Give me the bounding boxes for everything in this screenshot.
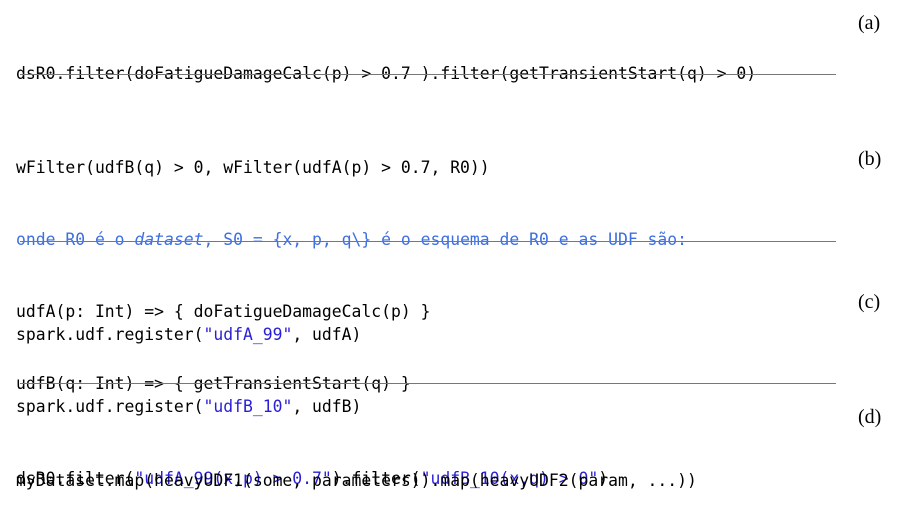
comment-emphasis: dataset [134, 230, 204, 249]
code-line: myDataset.map(heavyUDF1(some, parameters… [16, 471, 697, 490]
block-label-b: (b) [858, 148, 882, 170]
comment-text: onde R0 é o [16, 230, 135, 249]
code-line: wFilter(udfB(q) > 0, wFilter(udfA(p) > 0… [16, 158, 490, 177]
divider [20, 74, 836, 75]
code-text: spark.udf.register( [16, 397, 204, 416]
string-literal: "udfA_99" [203, 325, 293, 344]
block-label-a: (a) [858, 12, 881, 34]
code-text: , udfB) [292, 397, 362, 416]
string-literal: "udfB_10" [203, 397, 293, 416]
code-text: , udfA) [292, 325, 362, 344]
code-block-d: myDataset.map(heavyUDF1(some, parameters… [16, 421, 697, 517]
code-line: spark.udf.register("udfB_10", udfB) [16, 395, 608, 419]
code-block-a: dsR0.filter(doFatigueDamageCalc(p) > 0.7… [16, 14, 756, 110]
code-line: spark.udf.register("udfA_99", udfA) [16, 323, 608, 347]
block-label-c: (c) [858, 291, 881, 313]
divider [20, 383, 836, 384]
comment-line: onde R0 é o dataset, S0 = {x, p, q\} é o… [16, 228, 687, 252]
block-label-d: (d) [858, 406, 882, 428]
comment-text: , S0 = {x, p, q\} é o esquema de R0 e as… [203, 230, 688, 249]
code-text: spark.udf.register( [16, 325, 204, 344]
divider [20, 241, 836, 242]
